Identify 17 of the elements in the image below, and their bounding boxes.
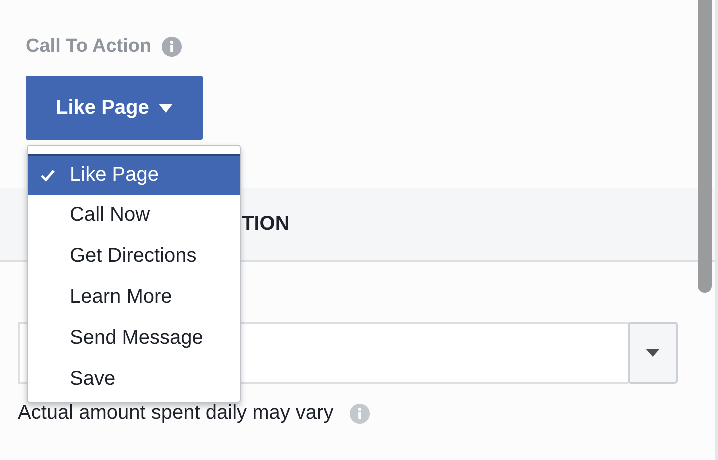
menu-item[interactable]: Save: [28, 359, 240, 400]
menu-item[interactable]: Like Page: [28, 154, 240, 195]
menu-item[interactable]: Call Now: [28, 195, 240, 236]
caret-icon: [646, 349, 660, 357]
field-label: Call To Action: [26, 36, 152, 58]
budget-note: Actual amount spent daily may vary: [18, 402, 334, 425]
scrollbar[interactable]: [698, 0, 712, 293]
info-icon[interactable]: [350, 404, 370, 424]
menu-item[interactable]: Learn More: [28, 277, 240, 318]
dropdown-button[interactable]: [628, 322, 678, 384]
check-icon: [40, 168, 56, 184]
info-icon[interactable]: [162, 37, 182, 57]
section-title: TION: [242, 212, 290, 236]
caret-icon: [159, 104, 174, 112]
menu-item[interactable]: Send Message: [28, 318, 240, 359]
call-to-action-dropdown[interactable]: Like Page: [26, 76, 204, 140]
menu-item[interactable]: Get Directions: [28, 236, 240, 277]
